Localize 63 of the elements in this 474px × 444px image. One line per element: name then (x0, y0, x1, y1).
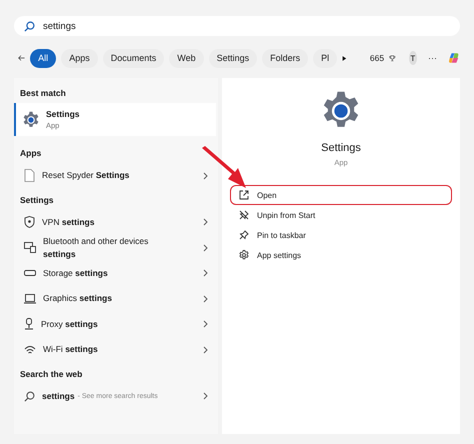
points-count: 665 (370, 53, 384, 63)
drive-icon (24, 270, 36, 276)
web-query: settings (42, 390, 75, 403)
action-item[interactable]: Pin to taskbar (230, 225, 452, 245)
filter-tab[interactable]: Apps (61, 48, 98, 68)
action-item[interactable]: Unpin from Start (230, 205, 452, 225)
result-item[interactable]: Proxy settings (14, 312, 218, 337)
avatar[interactable]: T (408, 51, 418, 65)
chevron-right-icon (203, 320, 208, 328)
search-field[interactable]: settings (14, 16, 460, 36)
wifi-icon (24, 344, 36, 355)
search-text: settings (43, 20, 76, 32)
document-icon (24, 169, 35, 182)
gear-icon (239, 250, 249, 260)
item-title: VPN settings (42, 216, 94, 229)
item-title: Storage settings (43, 266, 108, 280)
laptop-icon (24, 294, 36, 304)
filter-tab[interactable]: Web (169, 48, 204, 68)
section-heading: Search the web (19, 368, 84, 380)
result-item[interactable]: Reset Spyder Settings (14, 163, 218, 188)
app-title: Settings (321, 142, 361, 154)
unpin-icon (239, 210, 249, 220)
annotation-arrow-icon (200, 146, 248, 190)
section-heading: Settings (19, 194, 55, 207)
item-title: Settings (46, 109, 80, 119)
result-item[interactable]: VPN settings (14, 210, 218, 235)
devices-icon (24, 242, 36, 254)
play-icon[interactable] (342, 54, 347, 62)
item-title: Wi-Fi settings (43, 343, 98, 356)
action-item[interactable]: Open (230, 185, 452, 205)
item-title: Proxy settings (41, 318, 98, 331)
chevron-right-icon (203, 244, 208, 252)
more-button[interactable]: ··· (428, 53, 438, 63)
trophy-icon[interactable] (389, 52, 396, 64)
filter-tab[interactable]: Documents (102, 48, 164, 68)
shield-icon (24, 216, 35, 228)
search-icon (24, 20, 35, 32)
result-item[interactable]: Graphics settings (14, 286, 218, 312)
open-external-icon (239, 190, 249, 200)
filter-tab[interactable]: Settings (208, 48, 258, 68)
pin-icon (239, 230, 249, 240)
chevron-right-icon (203, 346, 208, 354)
filter-tab[interactable]: Folders (262, 48, 308, 68)
item-title: Reset Spyder Settings (42, 169, 130, 182)
chevron-right-icon (203, 294, 208, 303)
result-item[interactable]: Bluetooth and other devices settings (14, 235, 218, 260)
action-item[interactable]: App settings (230, 245, 452, 265)
search-icon (24, 390, 35, 402)
chevron-right-icon (203, 218, 208, 226)
chevron-right-icon (203, 392, 208, 400)
result-item[interactable]: Storage settings (14, 260, 218, 286)
chevron-right-icon (203, 172, 208, 180)
chevron-right-icon (203, 269, 208, 278)
item-title: Graphics settings (43, 292, 112, 306)
result-item[interactable]: Wi-Fi settings (14, 337, 218, 362)
section-heading: Apps (19, 147, 42, 160)
proxy-icon (24, 318, 34, 330)
gear-icon (22, 110, 40, 128)
section-heading: Best match (19, 87, 67, 100)
filter-tab[interactable]: All (30, 48, 56, 68)
filter-tab[interactable]: Pl (313, 48, 338, 68)
item-title: Bluetooth and other devices settings (43, 235, 150, 260)
back-arrow-icon[interactable] (18, 53, 26, 63)
